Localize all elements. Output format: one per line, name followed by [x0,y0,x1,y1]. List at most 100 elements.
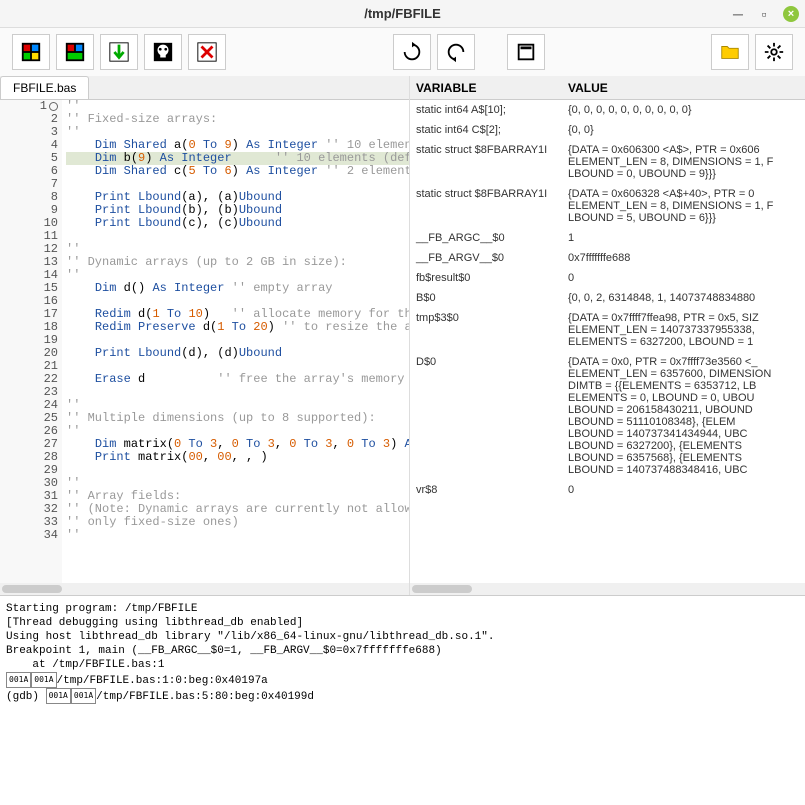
refresh-button[interactable] [393,34,431,70]
variable-value: {DATA = 0x606300 <A$>, PTR = 0x606 ELEME… [562,144,805,180]
console-line: 001A001A/tmp/FBFILE.bas:1:0:beg:0x40197a [6,672,799,688]
variable-value: {0, 0, 2, 6314848, 1, 14073748834880 [562,292,805,304]
close-button[interactable]: × [783,6,799,22]
variable-value: 0x7fffffffe688 [562,252,805,264]
control-char-icon: 001A [6,672,31,688]
variable-value: {0, 0} [562,124,805,136]
maximize-button[interactable]: ▫ [757,7,771,21]
variable-name: __FB_ARGV__$0 [410,252,562,264]
code-line[interactable]: '' Dynamic arrays (up to 2 GB in size): [66,256,409,269]
header-value: VALUE [562,81,805,95]
variable-name: vr$8 [410,484,562,496]
code-panel: FBFILE.bas 12345678910111213141516171819… [0,76,410,595]
console-line: Using host libthread_db library "/lib/x8… [6,630,799,644]
run-button[interactable] [12,34,50,70]
variable-name: tmp$3$0 [410,312,562,324]
code-line[interactable] [66,230,409,243]
step-icon [64,41,86,63]
variable-row[interactable]: fb$result$00 [410,268,805,288]
variable-name: fb$result$0 [410,272,562,284]
variable-value: {DATA = 0x0, PTR = 0x7ffff73e3560 <_ ELE… [562,356,805,476]
variable-row[interactable]: static struct $8FBARRAY1I{DATA = 0x60632… [410,184,805,228]
variable-row[interactable]: static struct $8FBARRAY1I{DATA = 0x60630… [410,140,805,184]
file-group [711,34,793,70]
terminal-button[interactable] [507,34,545,70]
gutter[interactable]: 1234567891011121314151617181920212223242… [0,100,62,583]
variable-row[interactable]: tmp$3$0{DATA = 0x7ffff7ffea98, PTR = 0x5… [410,308,805,352]
variable-row[interactable]: static int64 C$[2];{0, 0} [410,120,805,140]
variable-name: static struct $8FBARRAY1I [410,188,562,200]
variables-panel: VARIABLE VALUE static int64 A$[10];{0, 0… [410,76,805,595]
control-char-icon: 001A [46,688,71,704]
terminal-icon [515,41,537,63]
variable-value: 0 [562,272,805,284]
code-body[interactable]: '''' Fixed-size arrays:'' Dim Shared a(0… [62,100,409,583]
variable-value: 0 [562,484,805,496]
variable-value: {DATA = 0x606328 <A$+40>, PTR = 0 ELEMEN… [562,188,805,224]
gutter-line[interactable]: 6 [0,165,58,178]
gutter-line[interactable]: 8 [0,191,58,204]
gutter-line[interactable]: 34 [0,529,58,542]
code-line[interactable] [66,464,409,477]
window-title: /tmp/FBFILE [364,6,441,21]
reload-icon [445,41,467,63]
gutter-line[interactable]: 7 [0,178,58,191]
code-line[interactable]: '' [66,529,409,542]
open-button[interactable] [711,34,749,70]
code-line[interactable]: Dim Shared c(5 To 6) As Integer '' 2 ele… [66,165,409,178]
variable-row[interactable]: static int64 A$[10];{0, 0, 0, 0, 0, 0, 0… [410,100,805,120]
variable-value: {0, 0, 0, 0, 0, 0, 0, 0, 0, 0} [562,104,805,116]
settings-button[interactable] [755,34,793,70]
variable-row[interactable]: __FB_ARGC__$01 [410,228,805,248]
tab-bar: FBFILE.bas [0,76,409,100]
variables-header: VARIABLE VALUE [410,76,805,100]
console-line: [Thread debugging using libthread_db ena… [6,616,799,630]
variable-row[interactable]: vr$80 [410,480,805,500]
variable-name: B$0 [410,292,562,304]
debug-group [12,34,226,70]
kill-button[interactable] [144,34,182,70]
skull-icon [152,41,174,63]
code-line[interactable]: Print Lbound(d), (d)Ubound [66,347,409,360]
gutter-line[interactable]: 4 [0,139,58,152]
variable-value: {DATA = 0x7ffff7ffea98, PTR = 0x5, SIZ E… [562,312,805,348]
gutter-line[interactable]: 1 [0,100,58,113]
tab-file[interactable]: FBFILE.bas [0,76,89,99]
console[interactable]: Starting program: /tmp/FBFILE[Thread deb… [0,595,805,805]
console-line: Starting program: /tmp/FBFILE [6,602,799,616]
code-line[interactable] [66,386,409,399]
gutter-line[interactable]: 2 [0,113,58,126]
variable-name: static int64 C$[2]; [410,124,562,136]
gear-icon [763,41,785,63]
code-line[interactable]: Redim Preserve d(1 To 20) '' to resize t… [66,321,409,334]
step-button[interactable] [56,34,94,70]
code-line[interactable]: Print Lbound(c), (c)Ubound [66,217,409,230]
variable-name: __FB_ARGC__$0 [410,232,562,244]
code-line[interactable]: Dim d() As Integer '' empty array [66,282,409,295]
gutter-line[interactable]: 5 [0,152,58,165]
code-hscroll[interactable] [0,583,409,595]
var-hscroll[interactable] [410,583,805,595]
variable-row[interactable]: __FB_ARGV__$00x7fffffffe688 [410,248,805,268]
gutter-line[interactable]: 3 [0,126,58,139]
console-line: (gdb) 001A001A/tmp/FBFILE.bas:5:80:beg:0… [6,688,799,704]
toolbar [0,28,805,76]
header-variable: VARIABLE [410,81,562,95]
down-arrow-icon [108,41,130,63]
reload-button[interactable] [437,34,475,70]
step-into-button[interactable] [100,34,138,70]
minimize-button[interactable]: ─ [731,7,745,21]
breakpoint-icon[interactable] [49,102,58,111]
variable-row[interactable]: B$0{0, 0, 2, 6314848, 1, 14073748834880 [410,288,805,308]
code-line[interactable]: '' Fixed-size arrays: [66,113,409,126]
code-line[interactable]: Print matrix(00, 00, , ) [66,451,409,464]
code-line[interactable]: Erase d '' free the array's memory [66,373,409,386]
stop-button[interactable] [188,34,226,70]
variables-body[interactable]: static int64 A$[10];{0, 0, 0, 0, 0, 0, 0… [410,100,805,583]
cycle-group [393,34,475,70]
code-line[interactable]: '' Multiple dimensions (up to 8 supporte… [66,412,409,425]
code-editor[interactable]: 1234567891011121314151617181920212223242… [0,100,409,583]
code-line[interactable]: '' only fixed-size ones) [66,516,409,529]
variable-name: static int64 A$[10]; [410,104,562,116]
variable-row[interactable]: D$0{DATA = 0x0, PTR = 0x7ffff73e3560 <_ … [410,352,805,480]
